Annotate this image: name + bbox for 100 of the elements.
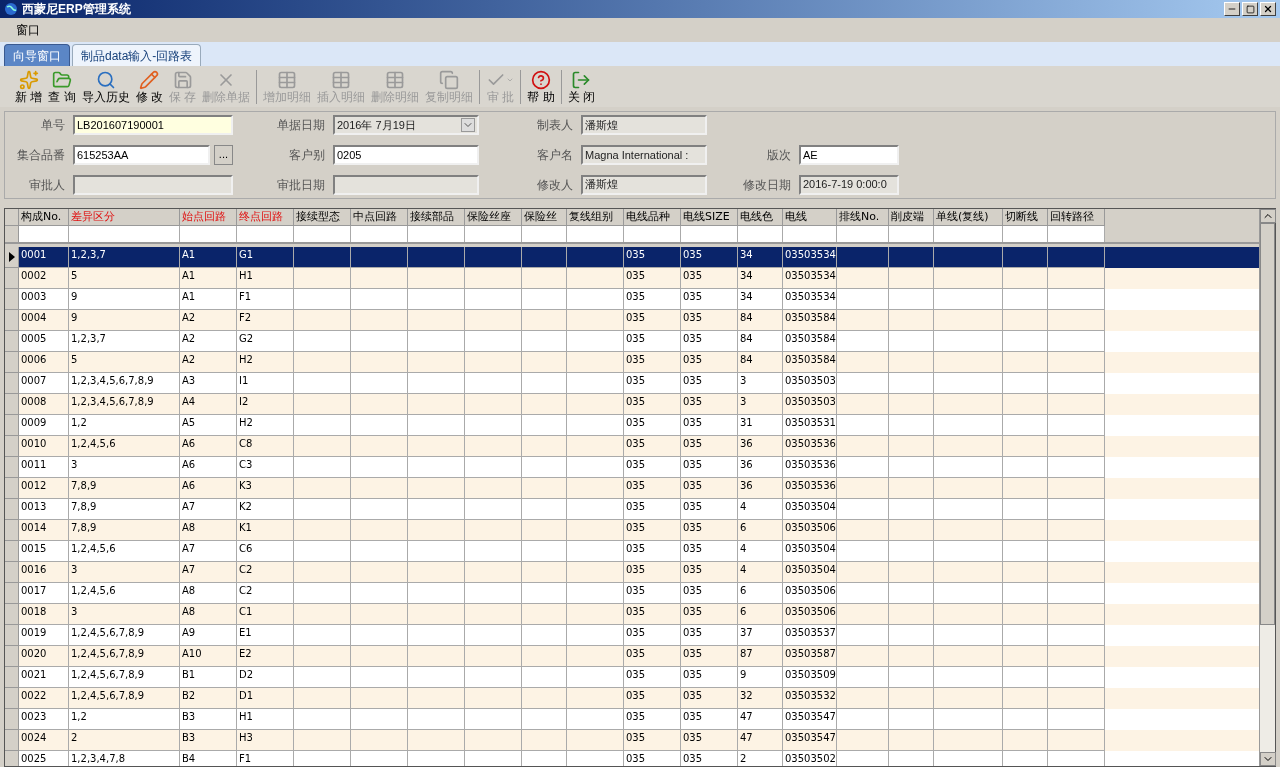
window-title: 西蒙尼ERP管理系统 [22,1,131,18]
pencil-icon [139,70,160,90]
filter-cell[interactable] [522,226,567,242]
input-field[interactable]: 潘斯煌 [581,115,707,136]
table-cell: 2 [738,751,783,766]
minimize-button[interactable] [1224,2,1240,16]
menu-item[interactable]: 窗口 [12,21,44,39]
table-row[interactable]: 0023 1,2 B3 H1 035 035 47 03503547 [5,709,1259,730]
table-row[interactable]: 0004 9 A2 F2 035 035 84 03503584 [5,310,1259,331]
table-row[interactable]: 0008 1,2,3,4,5,6,7,8,9 A4 I2 035 035 3 03503503 [5,394,1259,415]
table-row[interactable]: 0009 1,2 A5 H2 035 035 31 03503531 [5,415,1259,436]
input-field[interactable]: 0205 [333,145,479,165]
row-pointer-icon [8,252,15,262]
filter-cell[interactable] [889,226,934,242]
input-field[interactable]: 2016-7-19 0:00:0 [799,174,899,195]
toolbar-button[interactable]: 关 闭 [560,70,599,104]
table-row[interactable]: 0025 1,2,3,4,7,8 B4 F1 035 035 2 03503502 [5,751,1259,766]
input-field[interactable]: Magna International : [581,145,707,165]
scroll-thumb[interactable] [1260,223,1275,625]
table-row[interactable]: 0015 1,2,4,5,6 A7 C6 035 035 4 03503504 [5,541,1259,562]
table-row[interactable]: 0024 2 B3 H3 035 035 47 03503547 [5,730,1259,751]
sparkle-icon [18,70,39,90]
globe-icon [4,2,18,16]
tab[interactable]: 制品data输入-回路表 [72,44,202,66]
table-cell: F1 [237,751,294,766]
table-row[interactable]: 0007 1,2,3,4,5,6,7,8,9 A3 I1 035 035 3 03503503 [5,373,1259,394]
lookup-button[interactable]: ... [213,145,233,165]
input-field[interactable] [73,174,233,195]
field-label: 修改日期 [742,176,792,194]
table-cell: 035 [624,751,681,766]
exit-icon [571,70,592,90]
input-field[interactable]: 潘斯煌 [581,174,707,195]
filter-cell[interactable] [237,226,294,242]
table-row[interactable]: 0021 1,2,4,5,6,7,8,9 B1 D2 035 035 9 03503509 [5,667,1259,688]
field-label: 单号 [40,117,66,135]
table-row[interactable]: 0022 1,2,4,5,6,7,8,9 B2 D1 035 035 32 03503532 [5,688,1259,709]
table-cell: 0025 [19,751,69,766]
toolbar-button[interactable]: 帮 助 [520,70,558,104]
filter-cell[interactable] [408,226,465,242]
filter-cell[interactable] [294,226,351,242]
table-row[interactable]: 0019 1,2,4,5,6,7,8,9 A9 E1 035 035 37 03503537 [5,625,1259,646]
table-cell: B4 [180,751,237,766]
table-row[interactable]: 0018 3 A8 C1 035 035 6 03503506 [5,604,1259,625]
filter-cell[interactable] [837,226,889,242]
input-field[interactable]: LB201607190001 [73,115,233,136]
filter-cell[interactable] [180,226,237,242]
close-button[interactable] [1260,2,1276,16]
field-label: 集合品番 [16,147,66,164]
table-icon [331,70,352,90]
toolbar-button[interactable]: 修 改 [132,70,167,104]
folder-icon [52,70,72,90]
filter-cell[interactable] [783,226,837,242]
filter-cell[interactable] [624,226,681,242]
filter-cell[interactable] [738,226,783,242]
table-icon [385,70,406,90]
field-label: 版次 [766,147,792,164]
scroll-up-icon[interactable] [1260,209,1276,223]
filter-cell[interactable] [1048,226,1105,242]
input-field[interactable]: AE [799,145,899,165]
table-row[interactable]: 0010 1,2,4,5,6 A6 C8 035 035 36 03503536 [5,436,1259,457]
close-icon [1263,4,1273,14]
restore-icon [1245,4,1255,14]
table-row[interactable]: 0020 1,2,4,5,6,7,8,9 A10 E2 035 035 87 03503587 [5,646,1259,667]
table-row[interactable]: 0005 1,2,3,7 A2 G2 035 035 84 03503584 [5,331,1259,352]
scroll-down-icon[interactable] [1260,752,1276,766]
filter-cell[interactable] [465,226,522,242]
input-field[interactable]: 2016年 7月19日 [333,115,479,136]
field-label: 单据日期 [276,117,326,135]
table-row[interactable]: 0011 3 A6 C3 035 035 36 03503536 [5,457,1259,478]
table-row[interactable]: 0012 7,8,9 A6 K3 035 035 36 03503536 [5,478,1259,499]
filter-cell[interactable] [19,226,69,242]
table-row[interactable]: 0003 9 A1 F1 035 035 34 03503534 [5,289,1259,310]
filter-cell[interactable] [69,226,180,242]
filter-cell[interactable] [934,226,1003,242]
table-row[interactable]: 0016 3 A7 C2 035 035 4 03503504 [5,562,1259,583]
table-row[interactable]: 0017 1,2,4,5,6 A8 C2 035 035 6 03503506 [5,583,1259,604]
table-cell: 1,2,3,4,7,8 [69,751,180,766]
table-row[interactable]: 0014 7,8,9 A8 K1 035 035 6 03503506 [5,520,1259,541]
filter-cell[interactable] [1003,226,1048,242]
row-header[interactable] [5,247,19,268]
scrollbar[interactable] [1259,209,1275,766]
table-row[interactable]: 0002 5 A1 H1 035 035 34 03503534 [5,268,1259,289]
caret-icon [506,76,515,84]
input-field[interactable]: 615253AA [73,145,210,165]
restore-button[interactable] [1242,2,1258,16]
help-icon [531,70,552,90]
table-row[interactable]: 0006 5 A2 H2 035 035 84 03503584 [5,352,1259,373]
field-label: 修改人 [536,176,574,194]
table-row[interactable]: 0013 7,8,9 A7 K2 035 035 4 03503504 [5,499,1259,520]
toolbar-button[interactable]: 导入历史 [78,70,133,104]
filter-cell[interactable] [681,226,738,242]
filter-cell[interactable] [567,226,624,242]
field-label: 审批人 [28,176,66,194]
input-field[interactable] [333,174,479,195]
dropdown-icon[interactable] [461,118,475,133]
toolbar-button[interactable]: 新 增 [12,70,46,104]
tab[interactable]: 向导窗口 [4,44,70,66]
table-row[interactable]: 0001 1,2,3,7 A1 G1 035 035 34 03503534 [5,247,1259,268]
toolbar-button[interactable]: 查 询 [45,70,79,104]
filter-cell[interactable] [351,226,408,242]
